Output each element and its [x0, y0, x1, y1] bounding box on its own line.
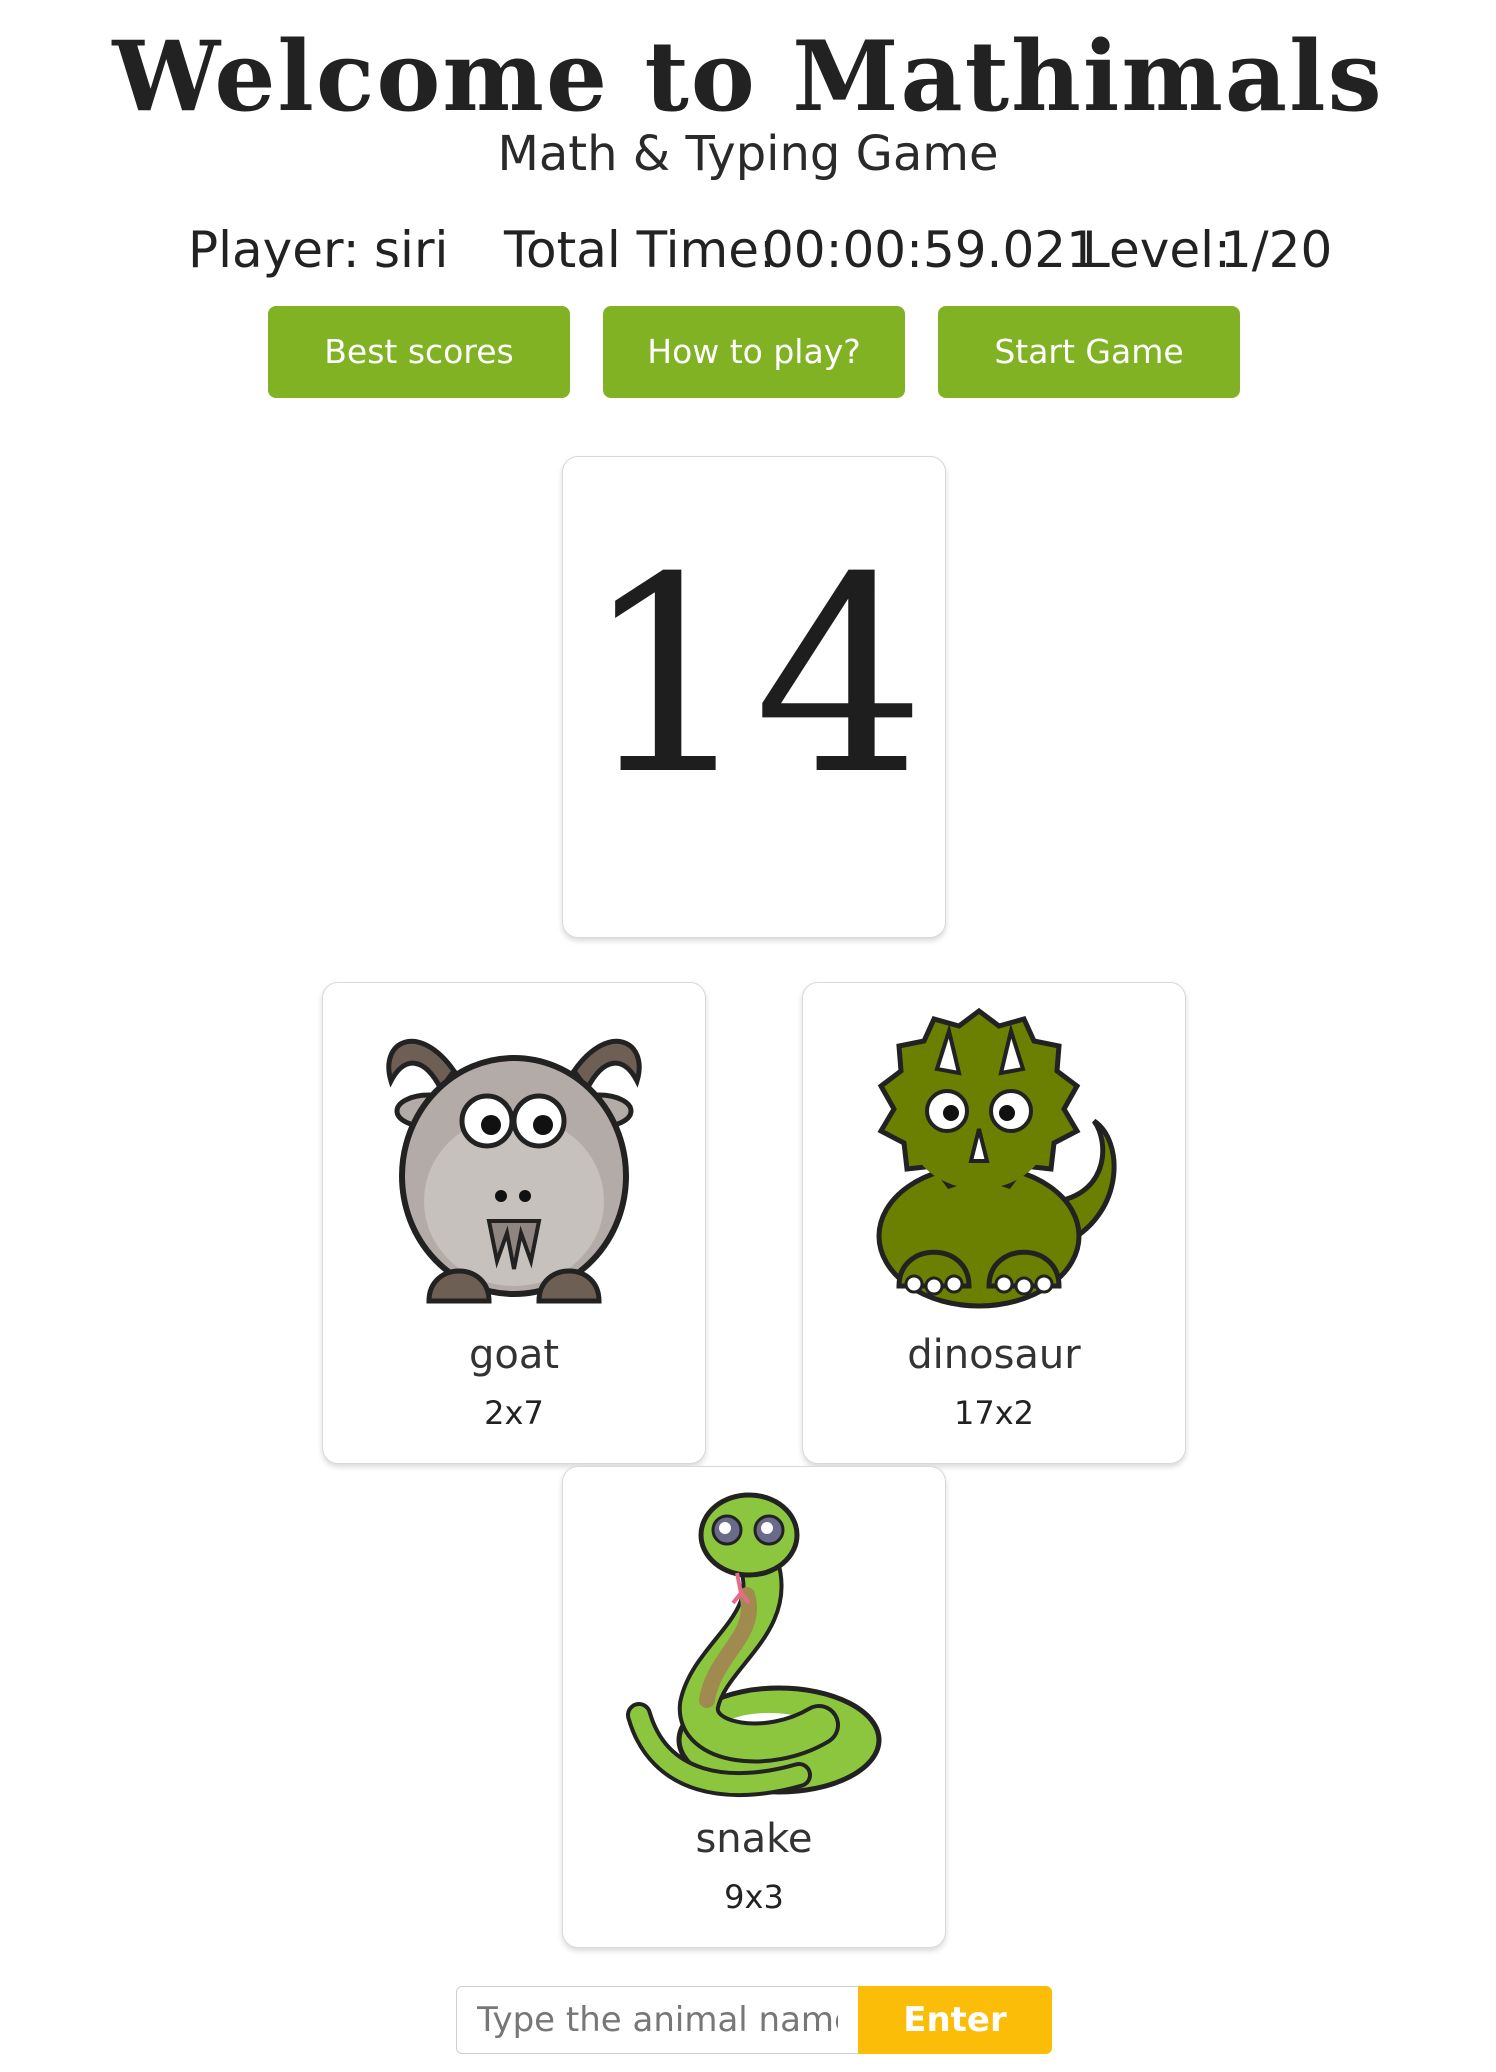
animal-card-goat[interactable]: goat 2x7: [322, 982, 706, 1464]
snake-icon: [563, 1485, 945, 1815]
how-to-play-button[interactable]: How to play?: [603, 306, 905, 398]
dinosaur-icon: [803, 1001, 1185, 1331]
animal-equation: 2x7: [484, 1394, 544, 1432]
animal-name: snake: [695, 1816, 813, 1862]
enter-button[interactable]: Enter: [858, 1986, 1052, 2054]
goat-icon: [323, 1001, 705, 1331]
page-title: Welcome to Mathimals: [112, 20, 1384, 133]
target-number: 14: [582, 519, 926, 834]
animal-card-snake[interactable]: snake 9x3: [562, 1466, 946, 1948]
best-scores-button[interactable]: Best scores: [268, 306, 570, 398]
animal-card-dinosaur[interactable]: dinosaur 17x2: [802, 982, 1186, 1464]
page-subtitle: Math & Typing Game: [497, 126, 999, 182]
animal-equation: 9x3: [724, 1878, 784, 1916]
total-time-label: Total Time:: [504, 221, 776, 279]
target-number-card: 14: [562, 456, 946, 938]
level-label: Level:: [1082, 221, 1231, 279]
animal-name: dinosaur: [907, 1332, 1081, 1378]
animal-equation: 17x2: [953, 1394, 1034, 1432]
player-name: siri: [374, 221, 449, 279]
animal-name: goat: [468, 1332, 560, 1378]
total-time-value: 00:00:59.021: [762, 221, 1098, 279]
stats-bar: Player: siri Total Time: 00:00:59.021 Le…: [0, 218, 1496, 282]
start-game-button[interactable]: Start Game: [938, 306, 1240, 398]
animal-name-input[interactable]: [456, 1986, 858, 2054]
player-label: Player:: [188, 221, 360, 279]
level-value: 1/20: [1220, 221, 1333, 279]
